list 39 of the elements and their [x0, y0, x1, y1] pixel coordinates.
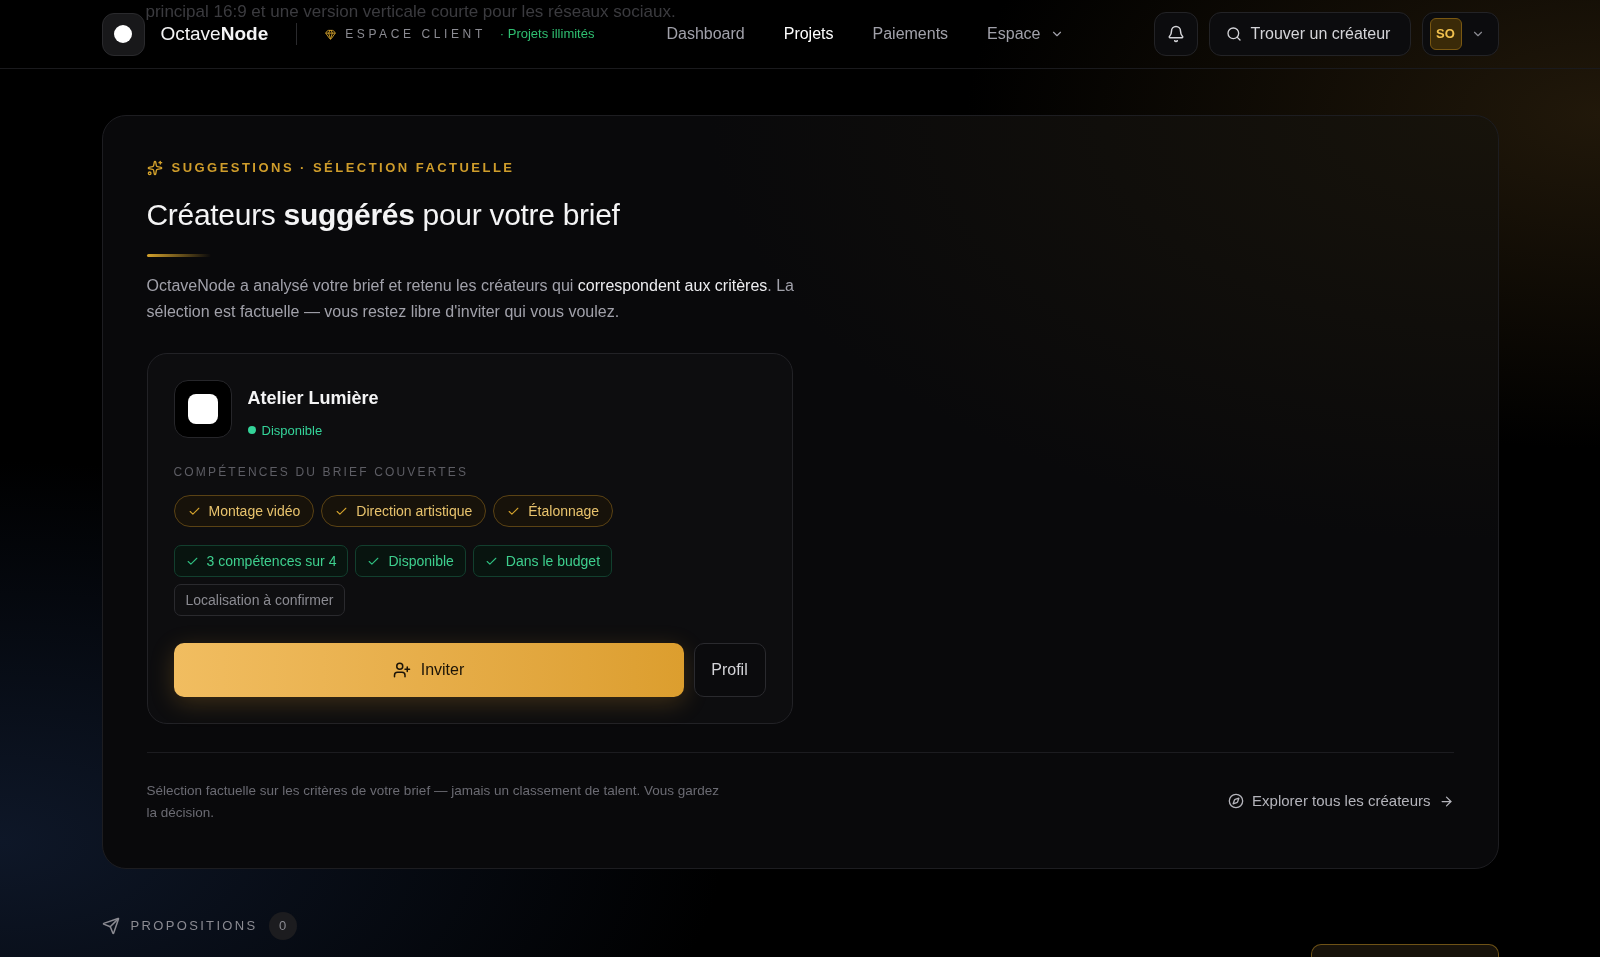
plan-label: · Projets illimités	[499, 25, 595, 44]
nav-link[interactable]: Paiements	[872, 22, 949, 46]
intro-text: OctaveNode a analysé votre brief et retenu les créateurs qui correspondent aux critères. La sélection est factuelle — vous restez libre d'inviter qui vous voulez.	[146, 275, 795, 322]
sparkles-icon	[146, 159, 163, 176]
bell-icon	[1166, 25, 1185, 43]
user-plus-icon	[392, 661, 411, 679]
footer-note: Sélection factuelle sur les critères de votre brief — jamais un classement de talent. Vous gardez la décision.	[146, 782, 721, 822]
invite-button[interactable]: Inviter	[173, 643, 684, 697]
nav-link[interactable]: Dashboard	[666, 22, 745, 46]
skill-tag: Direction artistique	[321, 495, 487, 527]
criteria-tag: 3 compétences sur 4	[173, 545, 349, 577]
nav-link[interactable]: Projets	[783, 22, 834, 46]
skills-heading: COMPÉTENCES DU BRIEF COUVERTES	[173, 463, 470, 481]
proposals-count: 0	[268, 912, 297, 940]
notifications-button[interactable]	[1153, 12, 1198, 56]
section-eyebrow: SUGGESTIONS · SÉLECTION FACTUELLE	[171, 159, 515, 177]
gem-icon	[325, 28, 337, 40]
send-icon	[101, 917, 120, 935]
criteria-tag: Dans le budget	[472, 545, 613, 577]
avatar-icon	[173, 379, 232, 438]
logo-icon[interactable]	[101, 12, 145, 56]
workspace-label: ESPACE CLIENT	[345, 26, 486, 43]
section-title: Créateurs suggérés pour votre brief	[146, 196, 621, 233]
skill-tag: Montage vidéo	[173, 495, 315, 527]
search-button[interactable]: Trouver un créateur	[1208, 12, 1411, 56]
user-avatar: SO	[1429, 18, 1462, 50]
proposals-heading: PROPOSITIONS	[130, 917, 258, 936]
explore-link[interactable]: Explorer tous les créateurs	[1228, 790, 1454, 813]
account-menu-button[interactable]: SO	[1421, 12, 1499, 56]
criteria-tag: Disponible	[355, 545, 466, 577]
search-icon	[1225, 26, 1242, 42]
criteria-tag: Localisation à confirmer	[173, 584, 346, 616]
creator-name: Atelier Lumière	[247, 386, 379, 410]
arrow-right-icon	[1438, 793, 1454, 809]
compass-icon	[1228, 793, 1245, 810]
status-label: Disponible	[261, 421, 323, 440]
profile-button[interactable]: Profil	[693, 643, 766, 697]
nav-link[interactable]: Espace	[987, 22, 1065, 46]
skill-tag: Étalonnage	[493, 495, 614, 527]
